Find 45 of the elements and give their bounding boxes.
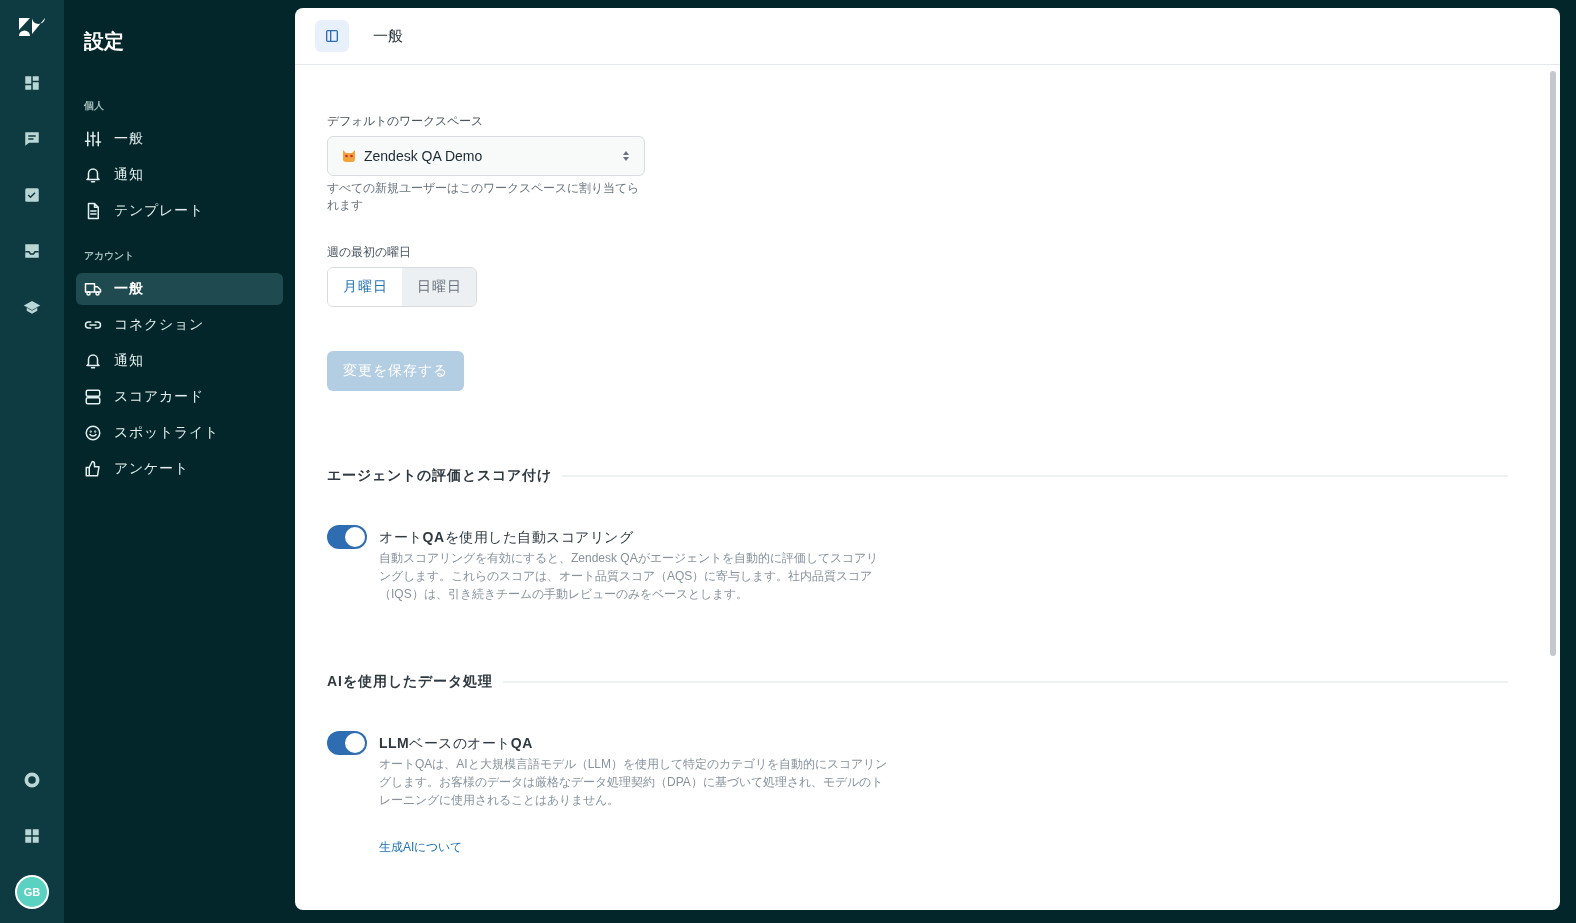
sort-arrows-icon	[622, 150, 630, 162]
sidebar-item[interactable]: 通知	[76, 345, 283, 377]
stacked-cards-icon	[84, 388, 102, 406]
smiley-icon	[84, 424, 102, 442]
weekday-option[interactable]: 日曜日	[402, 268, 476, 306]
sidebar-item[interactable]: アンケート	[76, 453, 283, 485]
panel-icon	[324, 28, 340, 44]
dashboard-icon[interactable]	[23, 74, 41, 92]
truck-icon	[84, 280, 102, 298]
sliders-icon	[84, 130, 102, 148]
section-title: AIを使用したデータ処理	[327, 673, 493, 691]
bell-icon	[84, 166, 102, 184]
logo-icon[interactable]	[19, 18, 45, 36]
workspace-select[interactable]: Zendesk QA Demo	[327, 136, 645, 176]
inbox-icon[interactable]	[23, 242, 41, 260]
graduation-cap-icon[interactable]	[23, 298, 41, 316]
field-label: 週の最初の曜日	[327, 244, 411, 261]
checkbox-icon[interactable]	[23, 186, 41, 204]
toggle-label: LLMベースのオートQA	[379, 734, 534, 753]
section-title: エージェントの評価とスコア付け	[327, 467, 552, 485]
bell-icon	[84, 352, 102, 370]
field-hint: すべての新規ユーザーはこのワークスペースに割り当てられます	[327, 180, 640, 214]
chat-icon[interactable]	[23, 130, 41, 148]
sidebar-toggle-button[interactable]	[315, 20, 349, 52]
sidebar-item[interactable]: スポットライト	[76, 417, 283, 449]
about-ai-link[interactable]: 生成AIについて	[379, 839, 463, 856]
toggle-switch[interactable]	[327, 731, 367, 755]
scrollbar-thumb[interactable]	[1550, 71, 1556, 656]
apps-grid-icon[interactable]	[23, 827, 41, 845]
sidebar-item[interactable]: スコアカード	[76, 381, 283, 413]
sidebar-item[interactable]: 一般	[76, 123, 283, 155]
sidebar-item[interactable]: 通知	[76, 159, 283, 191]
section-heading: 個人	[84, 99, 104, 113]
field-label: デフォルトのワークスペース	[327, 113, 483, 130]
sidebar-item[interactable]: テンプレート	[76, 195, 283, 227]
thumbs-up-icon	[84, 460, 102, 478]
toggle-description: オートQAは、AIと大規模言語モデル（LLM）を使用して特定のカテゴリを自動的にスコアリングします。お客様のデータは厳格なデータ処理契約（DPA）に基づいて処理され、モデルのトレーニングに使用されることはありません。	[379, 756, 889, 809]
cat-face-icon	[342, 149, 356, 163]
sidebar-item[interactable]: 一般	[76, 273, 283, 305]
sidebar-item[interactable]: コネクション	[76, 309, 283, 341]
page-title: 一般	[373, 26, 403, 46]
sidebar-title: 設定	[84, 29, 125, 54]
toggle-description: 自動スコアリングを有効にすると、Zendesk QAがエージェントを自動的に評価してスコアリングします。これらのスコアは、オート品質スコア（AQS）に寄与します。社内品質スコア（IQS）は、引き続きチームの手動レビューのみをベースとします。	[379, 550, 879, 603]
toggle-switch[interactable]	[327, 525, 367, 549]
section-heading: アカウント	[84, 249, 134, 263]
